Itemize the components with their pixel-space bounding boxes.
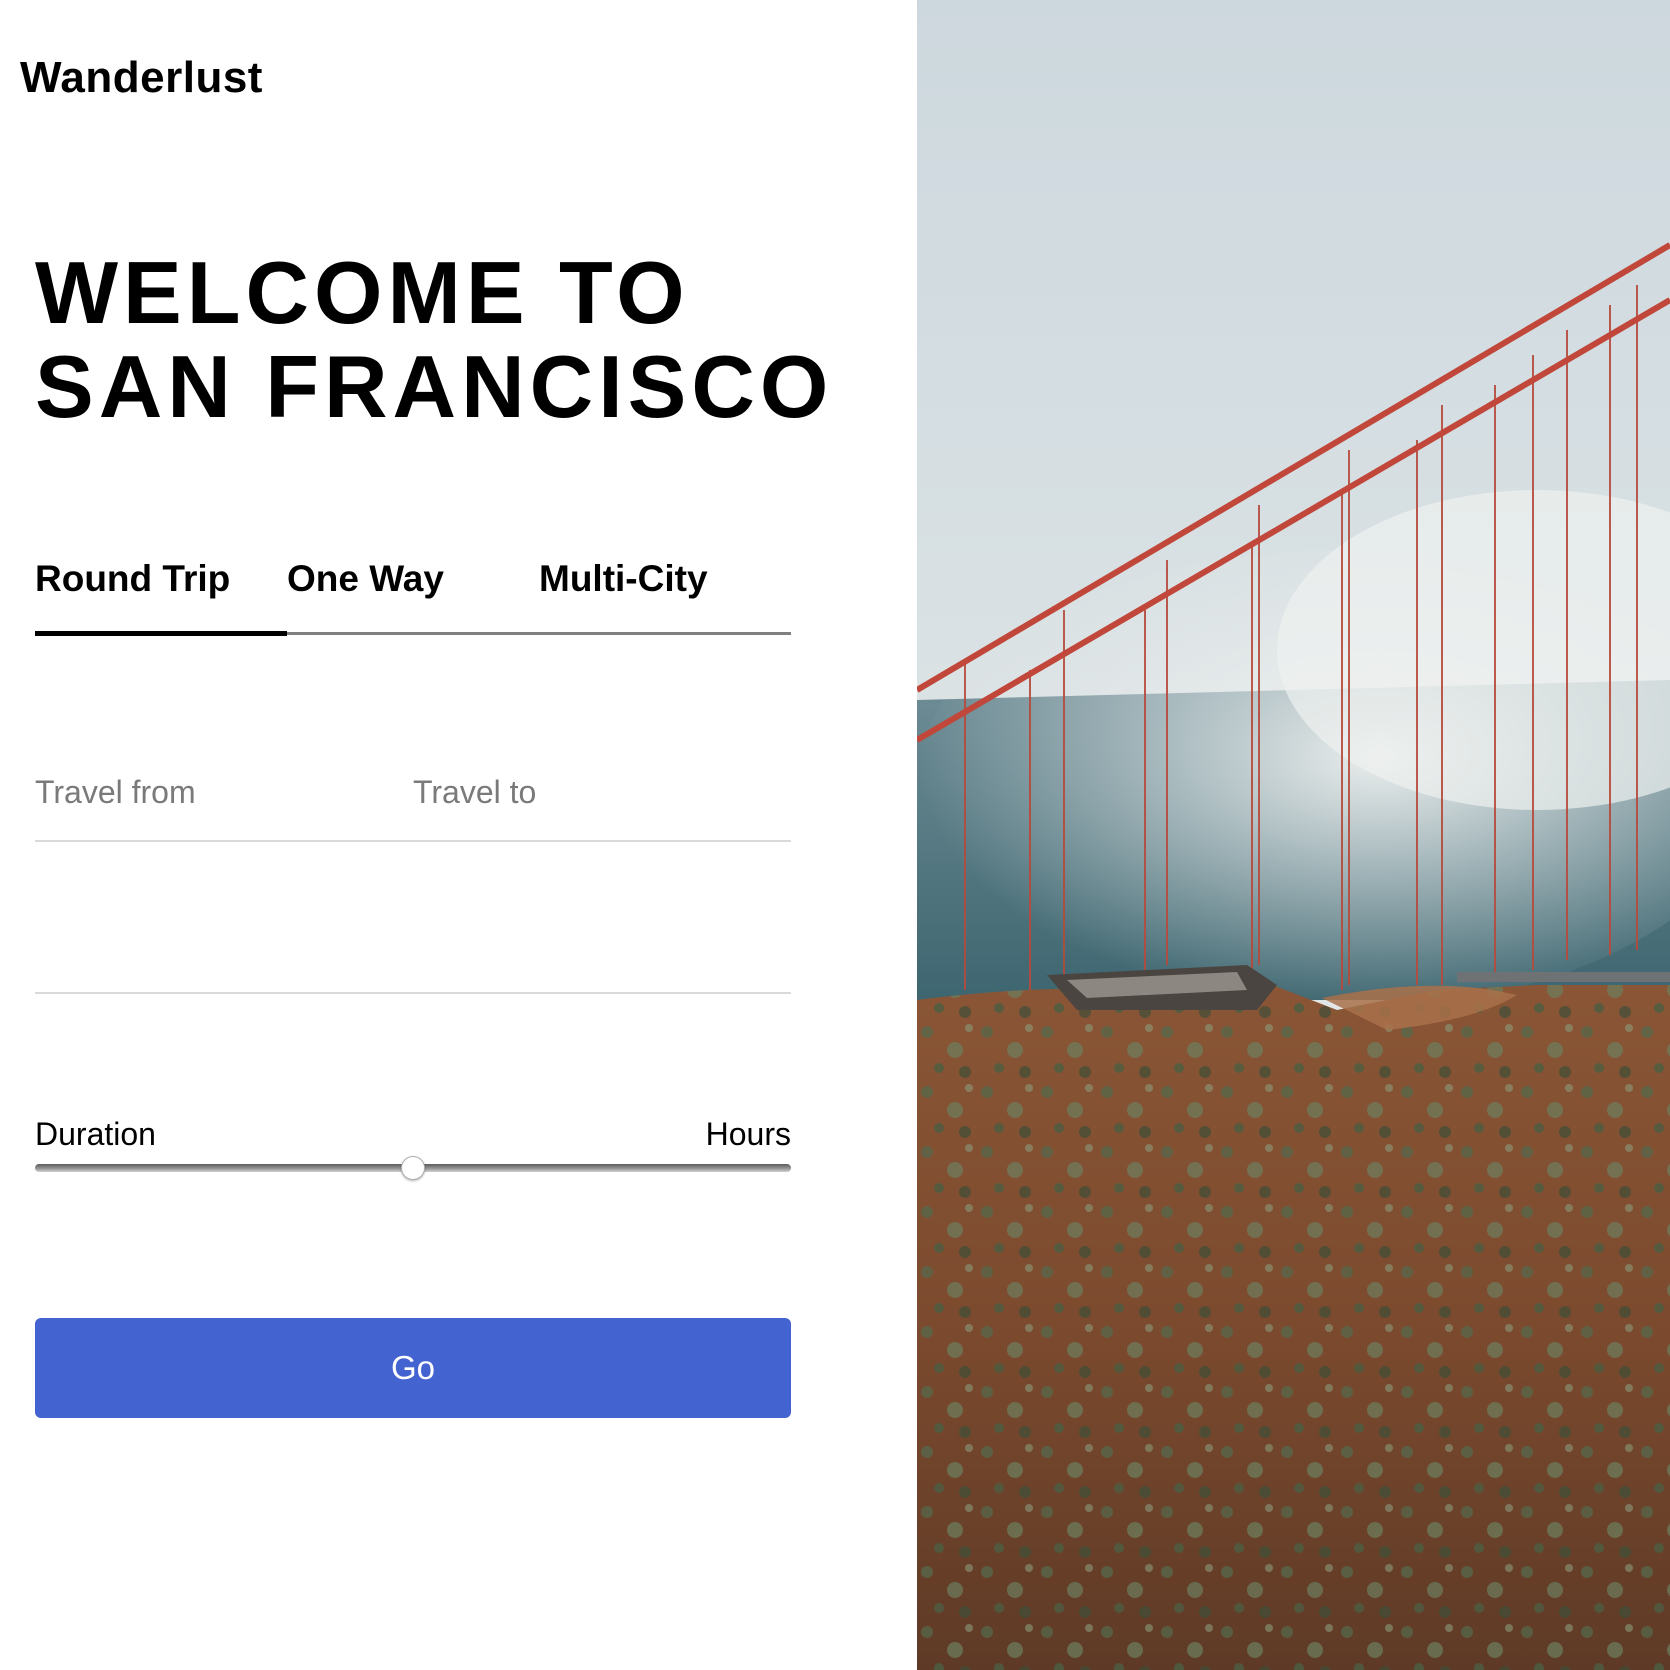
page-title-line-2: SAN FRANCISCO — [35, 337, 834, 436]
duration-label: Duration — [35, 1116, 156, 1152]
dates-divider — [35, 992, 791, 994]
go-button[interactable]: Go — [35, 1318, 791, 1418]
tab-one-way[interactable]: One Way — [287, 558, 444, 600]
page-title-line-1: WELCOME TO — [35, 243, 690, 342]
hero-photo — [917, 0, 1670, 1670]
page: Wanderlust WELCOME TO SAN FRANCISCO Roun… — [0, 0, 1670, 1670]
duration-slider[interactable] — [35, 1156, 791, 1180]
booking-panel: Wanderlust WELCOME TO SAN FRANCISCO Roun… — [0, 0, 917, 1670]
tab-multi-city[interactable]: Multi-City — [539, 558, 708, 600]
duration-slider-thumb[interactable] — [401, 1156, 425, 1180]
hours-label: Hours — [705, 1116, 791, 1152]
tab-round-trip[interactable]: Round Trip — [35, 558, 230, 600]
brand-logo[interactable]: Wanderlust — [20, 52, 263, 104]
golden-gate-bridge-image — [917, 0, 1670, 1670]
travel-to-input[interactable] — [413, 770, 753, 814]
page-title: WELCOME TO SAN FRANCISCO — [35, 246, 895, 434]
travel-dates-input[interactable] — [35, 920, 791, 964]
tab-active-indicator — [35, 631, 287, 636]
destination-divider — [35, 840, 791, 842]
trip-type-tabs: Round Trip One Way Multi-City — [35, 550, 791, 640]
travel-from-input[interactable] — [35, 770, 375, 814]
